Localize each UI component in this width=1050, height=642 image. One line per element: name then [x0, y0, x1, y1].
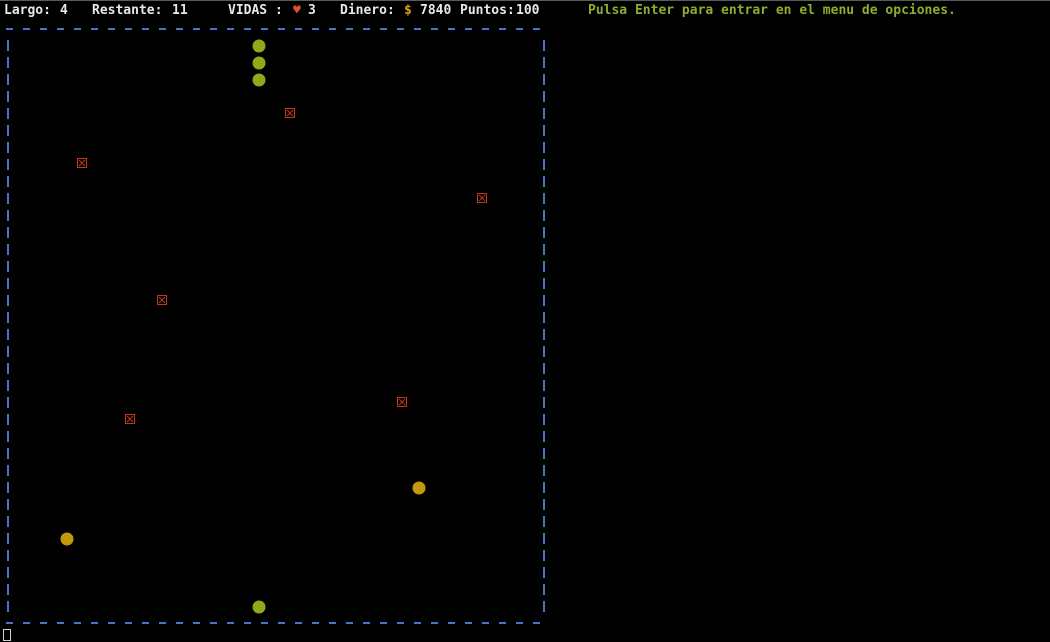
green-item: [252, 600, 266, 614]
obstacle-boxed-x-icon: [477, 193, 487, 203]
snake-segment: [252, 56, 266, 70]
obstacle-boxed-x-icon: [397, 397, 407, 407]
obstacle-boxed-x-icon: [125, 414, 135, 424]
food-item: [412, 481, 426, 495]
obstacle-boxed-x-icon: [77, 158, 87, 168]
food-item: [60, 532, 74, 546]
snake-segment: [252, 39, 266, 53]
terminal-cursor: [3, 629, 11, 641]
obstacle-boxed-x-icon: [157, 295, 167, 305]
snake-segment: [252, 73, 266, 87]
game-screen: Largo: 4 Restante: 11 VIDAS : ♥ 3 Dinero…: [0, 0, 1050, 642]
board-field: [60, 39, 487, 614]
obstacle-boxed-x-icon: [285, 108, 295, 118]
